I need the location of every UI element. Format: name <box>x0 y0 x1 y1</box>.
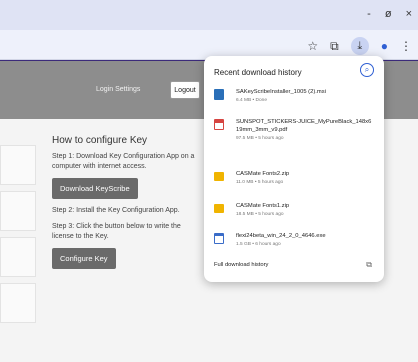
download-filename: flexi24beta_win_24_2_0_4646.exe <box>236 233 326 239</box>
full-download-history-link[interactable]: Full download history <box>214 262 268 268</box>
side-panel <box>0 145 36 185</box>
side-panel <box>0 283 36 323</box>
pdf-icon <box>214 119 224 130</box>
logout-button[interactable]: Logout <box>170 81 200 99</box>
download-meta: 18.5 MB • 5 hours ago <box>236 212 284 217</box>
download-meta: 97.5 MB • 5 hours ago <box>236 136 284 141</box>
step-3-text: Step 3: Click the button below to write … <box>52 223 181 240</box>
search-icon[interactable]: ⌕ <box>360 63 374 77</box>
folder-icon <box>214 204 224 213</box>
configure-key-button[interactable]: Configure Key <box>52 248 116 269</box>
restore-button[interactable]: ø <box>385 8 392 20</box>
side-panel <box>0 237 36 277</box>
download-meta: 11.0 MB • 5 hours ago <box>236 180 284 185</box>
download-keyscribe-button[interactable]: Download KeyScribe <box>52 178 138 199</box>
login-settings-link[interactable]: Login Settings <box>96 86 140 93</box>
download-filename: CASMate Fonts1.zip <box>236 203 290 209</box>
menu-icon[interactable]: ⋮ <box>400 39 412 53</box>
step-1-text: Step 1: Download Key Configuration App o… <box>52 153 195 170</box>
window-controls: - ø × <box>367 8 412 20</box>
download-panel-title: Recent download history <box>214 68 302 77</box>
configure-key-section: How to configure Key Step 1: Download Ke… <box>52 135 200 276</box>
side-panel <box>0 191 36 231</box>
download-history-panel: Recent download history ⌕ SAKeyScribeIns… <box>204 56 384 282</box>
download-filename: CASMate Fonts2.zip <box>236 171 290 177</box>
open-external-icon[interactable]: ⧉ <box>366 260 372 270</box>
download-filename: SUNSPOT_STICKERS-JUICE_MyPureBlack_148x6… <box>236 119 372 133</box>
window-titlebar: - ø × <box>0 0 418 30</box>
installer-icon <box>214 89 224 100</box>
close-button[interactable]: × <box>406 8 412 20</box>
download-meta: 6.4 MB • Done <box>236 98 268 103</box>
minimize-button[interactable]: - <box>367 8 371 20</box>
step-2-text: Step 2: Install the Key Configuration Ap… <box>52 207 180 214</box>
download-filename: SAKeyScribeInstaller_1005 (2).msi <box>236 89 326 95</box>
download-meta: 1.5 GB • 6 hours ago <box>236 242 281 247</box>
folder-icon <box>214 172 224 181</box>
profile-icon[interactable]: ● <box>381 39 388 53</box>
star-icon[interactable]: ☆ <box>307 39 318 53</box>
section-title: How to configure Key <box>52 135 148 146</box>
download-icon[interactable]: ⤓ <box>350 37 369 55</box>
extension-icon[interactable]: ⧉ <box>330 39 339 54</box>
executable-icon <box>214 233 224 244</box>
